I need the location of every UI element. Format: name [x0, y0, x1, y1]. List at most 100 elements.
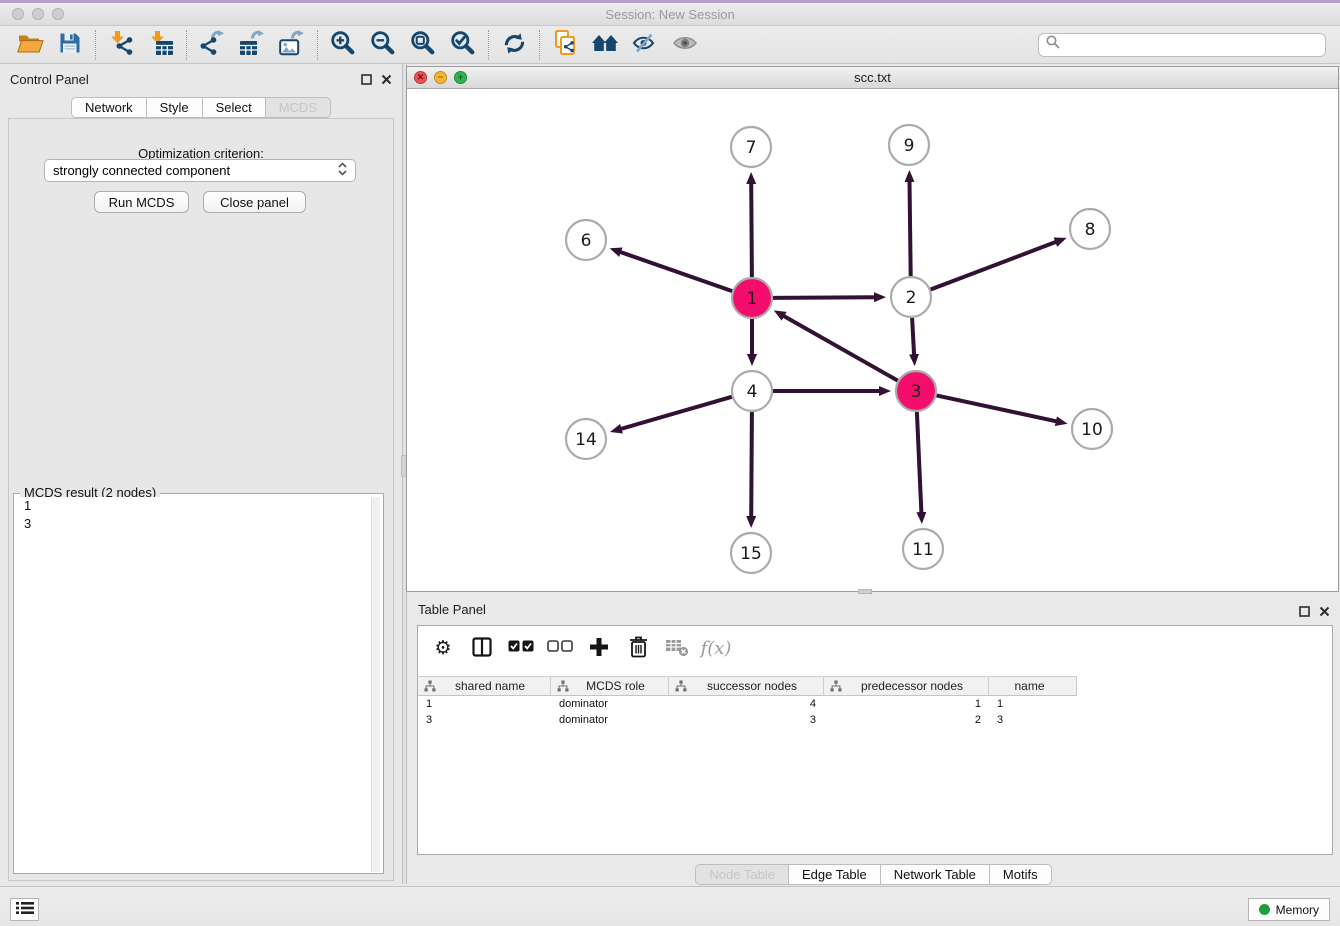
- column-header-name[interactable]: name: [989, 676, 1077, 696]
- close-table-panel-icon[interactable]: [1318, 605, 1330, 617]
- run-mcds-button[interactable]: Run MCDS: [94, 191, 189, 213]
- clear-selection-checkboxes-button[interactable]: [545, 633, 575, 663]
- folder-open-icon: [17, 32, 44, 57]
- edge-1-6[interactable]: [620, 252, 732, 291]
- node-9[interactable]: 9: [889, 125, 929, 165]
- column-header-successor-nodes[interactable]: successor nodes: [669, 676, 824, 696]
- node-14[interactable]: 14: [566, 419, 606, 459]
- table-cell[interactable]: 2: [824, 712, 989, 728]
- column-header-shared-name[interactable]: shared name: [418, 676, 551, 696]
- toolbar-separator: [539, 30, 540, 60]
- node-10[interactable]: 10: [1072, 409, 1112, 449]
- zoom-selected-button[interactable]: [443, 29, 483, 61]
- table-row[interactable]: 3dominator323: [418, 712, 1332, 728]
- mcds-result-scrollbar[interactable]: [371, 497, 380, 872]
- table-cell[interactable]: 1: [418, 696, 551, 712]
- import-network-button[interactable]: [101, 29, 141, 61]
- edge-4-14[interactable]: [621, 397, 732, 429]
- tab-motifs[interactable]: Motifs: [990, 864, 1052, 885]
- column-header-MCDS-role[interactable]: MCDS role: [551, 676, 669, 696]
- edge-3-11[interactable]: [917, 412, 922, 513]
- table-cell[interactable]: dominator: [551, 696, 669, 712]
- delete-table-icon: [665, 637, 689, 660]
- table-panel-title: Table Panel: [418, 602, 486, 617]
- tab-select[interactable]: Select: [203, 97, 266, 118]
- plus-icon: [589, 637, 609, 660]
- houses-button[interactable]: [585, 29, 625, 61]
- table-cell[interactable]: 4: [669, 696, 824, 712]
- floppy-save-button[interactable]: [50, 29, 90, 61]
- node-15[interactable]: 15: [731, 533, 771, 573]
- export-image-icon: [279, 30, 305, 59]
- edge-4-15[interactable]: [751, 412, 752, 517]
- zoom-out-button[interactable]: [363, 29, 403, 61]
- tab-network[interactable]: Network: [71, 97, 147, 118]
- node-7[interactable]: 7: [731, 127, 771, 167]
- folder-open-button[interactable]: [10, 29, 50, 61]
- node-label: 3: [911, 382, 922, 402]
- node-1[interactable]: 1: [732, 278, 772, 318]
- tab-mcds[interactable]: MCDS: [266, 97, 331, 118]
- eye-slash-icon: [632, 33, 658, 56]
- edge-2-8[interactable]: [931, 242, 1057, 290]
- control-panel-header: Control Panel: [0, 64, 402, 94]
- tab-node-table[interactable]: Node Table: [695, 864, 789, 885]
- close-panel-button[interactable]: Close panel: [203, 191, 306, 213]
- edge-2-3[interactable]: [912, 318, 914, 355]
- edge-2-9[interactable]: [910, 181, 911, 276]
- float-panel-icon[interactable]: [360, 73, 372, 85]
- gear-button[interactable]: ⚙: [428, 633, 458, 663]
- search-input[interactable]: [1065, 38, 1318, 52]
- zoom-fit-button[interactable]: [403, 29, 443, 61]
- mcds-result-item[interactable]: 1: [17, 497, 380, 515]
- split-columns-button[interactable]: [467, 633, 497, 663]
- tab-edge-table[interactable]: Edge Table: [789, 864, 881, 885]
- clone-network-button[interactable]: [545, 29, 585, 61]
- export-image-button[interactable]: [272, 29, 312, 61]
- export-table-button[interactable]: [232, 29, 272, 61]
- window-title: Session: New Session: [0, 7, 1340, 22]
- float-table-panel-icon[interactable]: [1298, 605, 1310, 617]
- tab-style[interactable]: Style: [147, 97, 203, 118]
- network-canvas[interactable]: 7 9 6 8 1 2 4 3 14 10 15 11: [408, 89, 1337, 591]
- tab-network-table[interactable]: Network Table: [881, 864, 990, 885]
- search-box[interactable]: [1038, 33, 1326, 57]
- table-cell[interactable]: 1: [824, 696, 989, 712]
- import-network-icon: [108, 30, 134, 59]
- table-cell[interactable]: 3: [418, 712, 551, 728]
- task-history-button[interactable]: [10, 898, 39, 921]
- node-11[interactable]: 11: [903, 529, 943, 569]
- column-type-icon: [830, 680, 842, 692]
- select-all-checkboxes-button[interactable]: [506, 633, 536, 663]
- edge-1-2[interactable]: [773, 297, 875, 298]
- node-3[interactable]: 3: [896, 371, 936, 411]
- network-window-titlebar[interactable]: ✕ − + scc.txt: [407, 67, 1338, 89]
- trash-button[interactable]: [623, 633, 653, 663]
- mcds-result-item[interactable]: 3: [17, 515, 380, 533]
- export-network-button[interactable]: [192, 29, 232, 61]
- memory-status-dot: [1259, 904, 1270, 915]
- import-table-button[interactable]: [141, 29, 181, 61]
- table-cell[interactable]: dominator: [551, 712, 669, 728]
- table-row[interactable]: 1dominator411: [418, 696, 1332, 712]
- node-8[interactable]: 8: [1070, 209, 1110, 249]
- refresh-button[interactable]: [494, 29, 534, 61]
- node-4[interactable]: 4: [732, 371, 772, 411]
- table-cell[interactable]: 1: [989, 696, 1077, 712]
- edge-3-1[interactable]: [783, 316, 897, 381]
- edge-1-7[interactable]: [751, 183, 752, 277]
- criterion-dropdown[interactable]: strongly connected component: [44, 159, 356, 182]
- column-header-predecessor-nodes[interactable]: predecessor nodes: [824, 676, 989, 696]
- node-2[interactable]: 2: [891, 277, 931, 317]
- table-cell[interactable]: 3: [669, 712, 824, 728]
- node-6[interactable]: 6: [566, 220, 606, 260]
- eye-slash-button[interactable]: [625, 29, 665, 61]
- zoom-in-button[interactable]: [323, 29, 363, 61]
- mcds-result-list[interactable]: 13: [17, 497, 380, 870]
- network-window-resize-handle[interactable]: [858, 589, 872, 594]
- plus-button[interactable]: [584, 633, 614, 663]
- edge-3-10[interactable]: [937, 395, 1057, 421]
- table-cell[interactable]: 3: [989, 712, 1077, 728]
- close-panel-icon[interactable]: [380, 73, 392, 85]
- memory-button[interactable]: Memory: [1248, 898, 1330, 921]
